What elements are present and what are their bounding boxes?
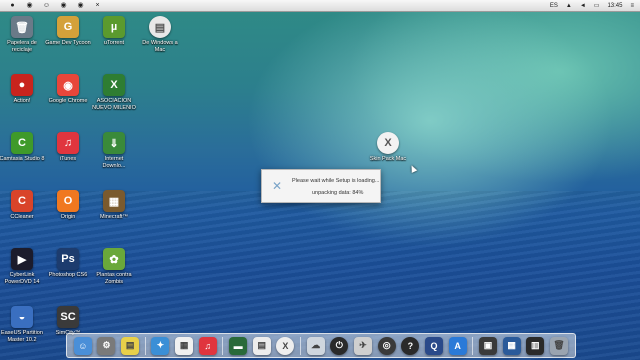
progress-status: unpacking data: 84% (312, 190, 364, 196)
simcity-icon: SC (57, 306, 79, 328)
safari-icon[interactable]: ✦ (151, 336, 170, 355)
skin-pack-mac-icon[interactable]: X (276, 336, 295, 355)
battery-icon[interactable]: ▭ (594, 2, 600, 9)
desktop-icon[interactable]: ▤ De Windows a Mac (132, 16, 188, 53)
finder-icon[interactable]: ☺ (73, 336, 92, 355)
internet-download-manager-icon: ⇓ (103, 132, 125, 154)
desktop-icon[interactable]: ▦ Minecraft™ (86, 190, 142, 221)
utorrent-icon: µ (103, 16, 125, 38)
desktop-icon-label: De Windows a Mac (142, 40, 178, 53)
game-dev-tycoon-icon: G (57, 16, 79, 38)
itunes-icon: ♫ (57, 132, 79, 154)
desktop-icon-label: Action! (13, 98, 31, 104)
finder-icon[interactable]: ☺ (42, 1, 51, 10)
power-icon[interactable]: ⏻ (330, 336, 349, 355)
expose-icon[interactable]: ▥ (526, 336, 545, 355)
desktop-icon[interactable]: X ASOCIACION NUEVO MILENIO (86, 74, 142, 111)
excel-file-icon: X (103, 74, 125, 96)
desktop-icon-label: Google Chrome (48, 98, 88, 104)
desktop-icon[interactable]: ⇓ Internet Downlo... (86, 132, 142, 169)
powerdvd-icon: ▶ (11, 248, 33, 270)
action-recorder-icon: ● (11, 74, 33, 96)
notifications-icon[interactable]: ≡ (630, 3, 634, 9)
chrome-icon[interactable]: ◉ (76, 1, 85, 10)
desktop-icon[interactable]: ✿ Plantas contra Zombis (86, 248, 142, 285)
chrome-icon[interactable]: ◉ (59, 1, 68, 10)
quicktime-icon[interactable]: Q (424, 336, 443, 355)
app-store-icon[interactable]: A (448, 336, 467, 355)
desktop-icon-label: CyberLink PowerDVD 14 (4, 272, 40, 285)
setup-loading-dialog: ✕ Please wait while Setup is loading... … (261, 169, 381, 203)
menu-bar: ● ◉ ☺ ◉ ◉ × ES ▲ ◄ ▭ 13:45 ≡ (0, 0, 640, 12)
desktop-icon-label: CCleaner (10, 214, 34, 220)
help-icon[interactable]: ? (401, 336, 420, 355)
document-icon[interactable]: ▤ (252, 336, 271, 355)
chrome-icon[interactable]: ◉ (25, 1, 34, 10)
easeus-partition-icon: ◒ (11, 306, 33, 328)
minecraft-icon: ▦ (103, 190, 125, 212)
dock-separator (144, 336, 146, 355)
desktop-icon-label: Game Dev Tycoon (45, 40, 91, 46)
volume-icon[interactable]: ◄ (580, 3, 586, 9)
dock-separator (472, 336, 474, 355)
trash-icon: 🗑 (11, 16, 33, 38)
photoshop-icon: Ps (57, 248, 79, 270)
dock: ☺ ⚙ ▤ ✦ ▦ ♫ ▬ ▤ X ☁ ⏻ ✈ ◎? Q A ▣ ▦ ▥ 🗑 (66, 333, 576, 358)
desktop-icon-label: Minecraft™ (99, 214, 129, 220)
setup-logo-icon: ✕ (271, 179, 283, 193)
language-indicator[interactable]: ES (550, 3, 558, 9)
desktop-icon-label: Skin Pack Mac (369, 156, 407, 162)
desktop-icon-label: Internet Downlo... (102, 156, 126, 169)
system-preferences-icon[interactable]: ⚙ (97, 336, 116, 355)
desktop-icon-label: uTorrent (103, 40, 125, 46)
dashboard-icon[interactable]: ◎ (377, 336, 396, 355)
sticky-notes-icon[interactable]: ▤ (121, 336, 140, 355)
itunes-icon[interactable]: ♫ (198, 336, 217, 355)
desktop-icon-label: ASOCIACION NUEVO MILENIO (92, 98, 136, 111)
window-icon[interactable]: ▣ (478, 336, 497, 355)
desktop-icon-label: Camtasia Studio 8 (0, 156, 45, 162)
desktop-icon-label: Plantas contra Zombis (96, 272, 132, 285)
apple-menu-icon[interactable]: ● (8, 1, 17, 10)
desktop-icon-label: Photoshop CS6 (48, 272, 88, 278)
desktop-icon[interactable]: X Skin Pack Mac (360, 132, 416, 163)
terminal-icon[interactable]: ▬ (229, 336, 248, 355)
origin-icon: O (57, 190, 79, 212)
close-icon[interactable]: × (93, 1, 102, 10)
loading-message: Please wait while Setup is loading... (292, 178, 380, 184)
dock-separator (222, 336, 224, 355)
grid-icon[interactable]: ▦ (502, 336, 521, 355)
icloud-icon[interactable]: ☁ (306, 336, 325, 355)
plants-vs-zombies-icon: ✿ (103, 248, 125, 270)
network-icon[interactable]: ▲ (566, 3, 572, 9)
desktop-icon-label: EaseUS Partition Master 10.2 (1, 330, 43, 343)
calendar-icon[interactable]: ▦ (175, 336, 194, 355)
clock[interactable]: 13:45 (607, 3, 622, 9)
document-icon: ▤ (149, 16, 171, 38)
desktop-icon-label: Origin (60, 214, 76, 220)
desktop-icon-label: iTunes (59, 156, 77, 162)
camtasia-icon: C (11, 132, 33, 154)
status-area: ES ▲ ◄ ▭ 13:45 ≡ (550, 0, 634, 11)
trash-icon[interactable]: 🗑 (549, 336, 568, 355)
desktop-icon-label: Papelera de reciclaje (7, 40, 37, 53)
ccleaner-icon: C (11, 190, 33, 212)
bird-icon[interactable]: ✈ (354, 336, 373, 355)
desktop-icon[interactable]: SCSimCity™ (40, 306, 96, 337)
dock-separator (300, 336, 302, 355)
chrome-icon: ◉ (57, 74, 79, 96)
skin-pack-mac-icon: X (377, 132, 399, 154)
